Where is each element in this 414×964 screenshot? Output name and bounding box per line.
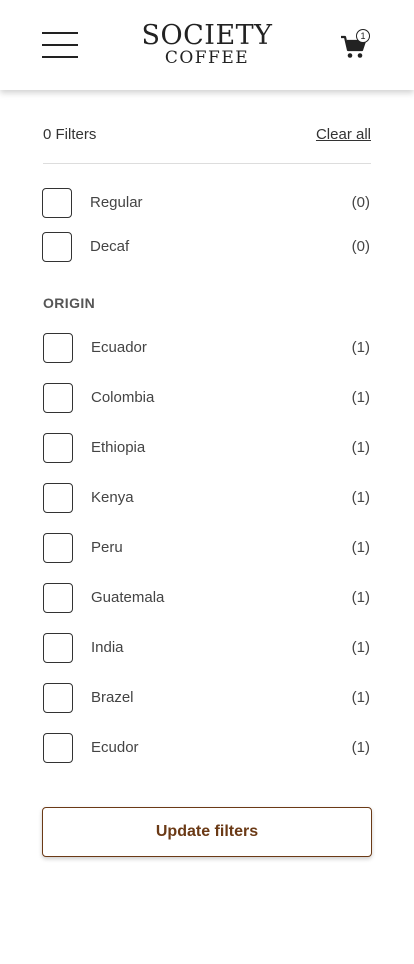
checkbox[interactable] — [43, 733, 73, 763]
option-count: (1) — [351, 489, 370, 506]
option-count: (1) — [351, 539, 370, 556]
checkbox[interactable] — [43, 383, 73, 413]
filter-option-regular[interactable]: Regular (0) — [42, 188, 372, 218]
cart-count-badge: 1 — [356, 29, 370, 43]
update-filters-button[interactable]: Update filters — [42, 807, 372, 857]
checkbox[interactable] — [43, 633, 73, 663]
option-label: Brazel — [91, 689, 134, 706]
option-label: Ecudor — [91, 739, 139, 756]
option-label: Guatemala — [91, 589, 165, 606]
option-label: India — [91, 639, 124, 656]
origin-section-title: ORIGIN — [43, 295, 96, 311]
checkbox[interactable] — [43, 533, 73, 563]
option-label: Kenya — [91, 489, 134, 506]
cart-button[interactable]: 1 — [340, 29, 374, 62]
option-label: Ethiopia — [91, 439, 146, 456]
site-header: SOCIETY COFFEE 1 — [0, 0, 414, 90]
checkbox[interactable] — [43, 583, 73, 613]
filter-option-colombia[interactable]: Colombia (1) — [42, 383, 372, 413]
active-filter-count: 0 Filters — [43, 126, 97, 143]
filter-option-ecuador[interactable]: Ecuador (1) — [42, 333, 372, 363]
filter-option-peru[interactable]: Peru (1) — [42, 533, 372, 563]
option-count: (0) — [351, 194, 370, 211]
clear-all-link[interactable]: Clear all — [316, 126, 371, 143]
option-label: Regular — [90, 194, 143, 211]
checkbox[interactable] — [43, 433, 73, 463]
option-count: (1) — [351, 339, 370, 356]
option-count: (0) — [351, 238, 370, 255]
checkbox[interactable] — [43, 683, 73, 713]
option-count: (1) — [351, 439, 370, 456]
filter-option-india[interactable]: India (1) — [42, 633, 372, 663]
option-label: Peru — [91, 539, 123, 556]
filter-option-kenya[interactable]: Kenya (1) — [42, 483, 372, 513]
option-label: Decaf — [90, 238, 130, 255]
option-count: (1) — [351, 389, 370, 406]
filter-option-ecudor[interactable]: Ecudor (1) — [42, 733, 372, 763]
filter-option-brazel[interactable]: Brazel (1) — [42, 683, 372, 713]
checkbox[interactable] — [42, 188, 72, 218]
checkbox[interactable] — [42, 232, 72, 262]
filter-option-decaf[interactable]: Decaf (0) — [42, 232, 372, 262]
option-count: (1) — [351, 739, 370, 756]
filter-option-guatemala[interactable]: Guatemala (1) — [42, 583, 372, 613]
option-count: (1) — [351, 639, 370, 656]
option-label: Colombia — [91, 389, 155, 406]
divider — [43, 163, 371, 164]
filter-summary: 0 Filters Clear all — [43, 124, 371, 146]
checkbox[interactable] — [43, 333, 73, 363]
option-count: (1) — [351, 689, 370, 706]
checkbox[interactable] — [43, 483, 73, 513]
option-label: Ecuador — [91, 339, 147, 356]
option-count: (1) — [351, 589, 370, 606]
filter-option-ethiopia[interactable]: Ethiopia (1) — [42, 433, 372, 463]
